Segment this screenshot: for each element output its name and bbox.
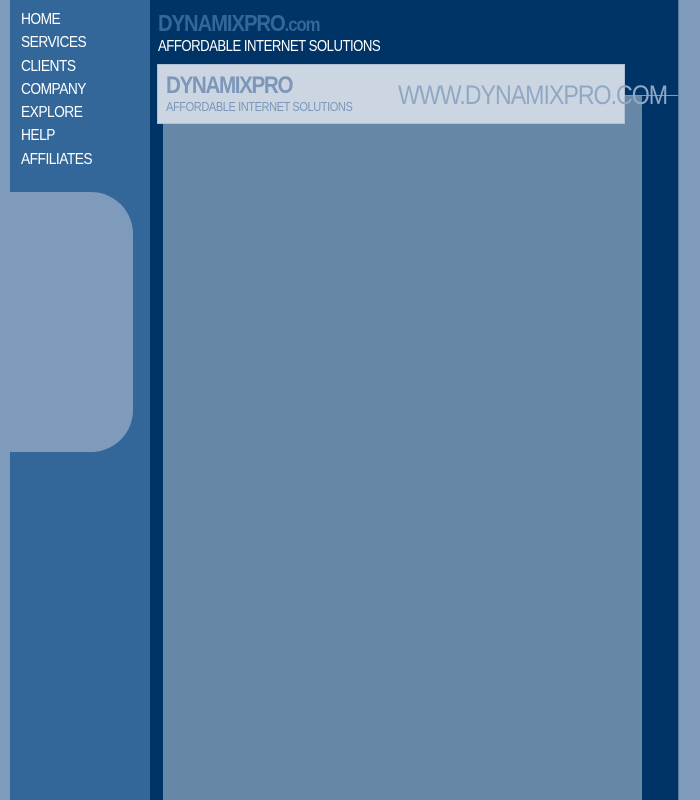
right-margin-strip [678, 0, 700, 800]
nav-item-explore: EXPLORE [21, 102, 104, 125]
logo-domain-suffix: .com [284, 15, 321, 36]
nav-item-clients: CLIENTS [21, 56, 104, 79]
nav-link-home[interactable]: HOME [21, 9, 61, 31]
main-content-area [163, 124, 642, 800]
nav-item-help: HELP [21, 125, 104, 148]
banner: DYNAMIXPRO AFFORDABLE INTERNET SOLUTIONS… [157, 64, 668, 124]
sidebar-decorative-shape [10, 192, 133, 452]
nav-item-company: COMPANY [21, 79, 104, 102]
site-tagline: AFFORDABLE INTERNET SOLUTIONS [158, 38, 381, 55]
nav-link-explore[interactable]: EXPLORE [21, 102, 83, 124]
nav-link-help[interactable]: HELP [21, 125, 55, 147]
nav-link-clients[interactable]: CLIENTS [21, 56, 76, 78]
nav-item-home: HOME [21, 9, 104, 32]
banner-tagline: AFFORDABLE INTERNET SOLUTIONS [166, 99, 353, 114]
banner-brand: DYNAMIXPRO [166, 72, 294, 99]
nav-link-company[interactable]: COMPANY [21, 79, 86, 101]
main-nav: HOME SERVICES CLIENTS COMPANY EXPLORE HE… [21, 9, 104, 172]
nav-item-services: SERVICES [21, 32, 104, 55]
nav-link-services[interactable]: SERVICES [21, 32, 87, 54]
nav-item-affiliates: AFFILIATES [21, 149, 104, 172]
content-right-border [642, 96, 678, 800]
banner-url: WWW.DYNAMIXPRO.COM [398, 80, 668, 110]
logo-name: DYNAMIXPRO [158, 10, 286, 36]
right-margin-divider [678, 0, 679, 800]
nav-link-affiliates[interactable]: AFFILIATES [21, 149, 93, 171]
